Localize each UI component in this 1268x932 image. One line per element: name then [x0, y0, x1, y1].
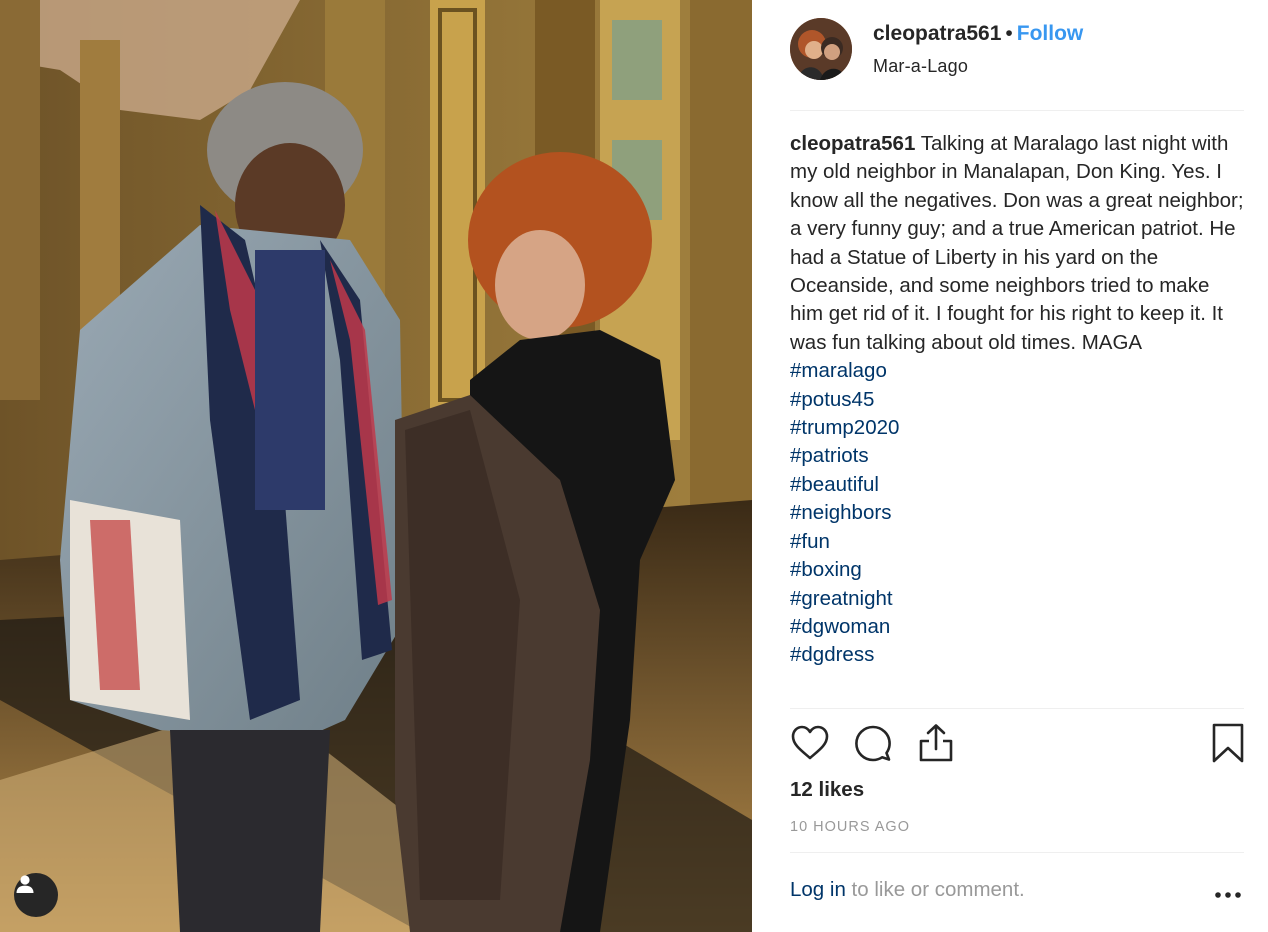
like-button[interactable]: [790, 722, 830, 766]
bookmark-icon: [1212, 723, 1244, 763]
post-timestamp[interactable]: 10 HOURS AGO: [790, 819, 910, 835]
owner-username[interactable]: cleopatra561: [873, 22, 1001, 45]
follow-button[interactable]: Follow: [1017, 22, 1084, 45]
hashtag-link[interactable]: #dgwoman: [790, 613, 1246, 641]
more-options-button[interactable]: [1212, 880, 1244, 910]
divider: [790, 708, 1244, 709]
hashtag-link[interactable]: #dgdress: [790, 641, 1246, 669]
hashtag-link[interactable]: #boxing: [790, 556, 1246, 584]
caption-username[interactable]: cleopatra561: [790, 132, 915, 155]
hashtag-link[interactable]: #greatnight: [790, 585, 1246, 613]
hashtag-list: #maralago #potus45 #trump2020 #patriots …: [790, 357, 1246, 669]
post-photo[interactable]: [0, 0, 752, 932]
avatar[interactable]: [790, 18, 852, 80]
tagged-users-button[interactable]: [14, 873, 58, 917]
separator-dot: •: [1005, 22, 1013, 45]
more-dots-icon: [1215, 892, 1241, 898]
hashtag-link[interactable]: #beautiful: [790, 471, 1246, 499]
divider: [790, 852, 1244, 853]
owner-line: cleopatra561 • Follow: [873, 22, 1083, 46]
hashtag-link[interactable]: #maralago: [790, 357, 1246, 385]
hashtag-link[interactable]: #trump2020: [790, 414, 1246, 442]
likes-count[interactable]: 12 likes: [790, 778, 864, 802]
photo-illustration: [0, 0, 752, 932]
hashtag-link[interactable]: #patriots: [790, 442, 1246, 470]
comment-icon: [855, 725, 891, 762]
share-icon: [919, 724, 953, 762]
comment-button[interactable]: [853, 722, 893, 766]
save-button[interactable]: [1208, 722, 1248, 766]
location-link[interactable]: Mar-a-Lago: [873, 56, 968, 77]
action-bar: [790, 722, 1246, 766]
instagram-post: cleopatra561 • Follow Mar-a-Lago cleopatra…: [0, 0, 1268, 932]
hashtag-link[interactable]: #potus45: [790, 386, 1246, 414]
hashtag-link[interactable]: #fun: [790, 528, 1246, 556]
caption-body: cleopatra561 Talking at Maralago last ni…: [790, 130, 1246, 357]
share-button[interactable]: [916, 722, 956, 766]
post-caption: cleopatra561 Talking at Maralago last ni…: [790, 130, 1246, 670]
comment-prompt: Log in to like or comment.: [790, 878, 1025, 902]
comment-prompt-text: to like or comment.: [845, 878, 1025, 901]
post-side-panel: cleopatra561 • Follow Mar-a-Lago cleopatra…: [752, 0, 1268, 932]
hashtag-link[interactable]: #neighbors: [790, 499, 1246, 527]
post-header: cleopatra561 • Follow Mar-a-Lago: [790, 18, 1244, 111]
person-icon: [16, 875, 34, 893]
heart-icon: [791, 725, 829, 760]
caption-text: Talking at Maralago last night with my o…: [790, 132, 1244, 354]
avatar-photo: [790, 18, 852, 80]
login-link[interactable]: Log in: [790, 878, 846, 901]
